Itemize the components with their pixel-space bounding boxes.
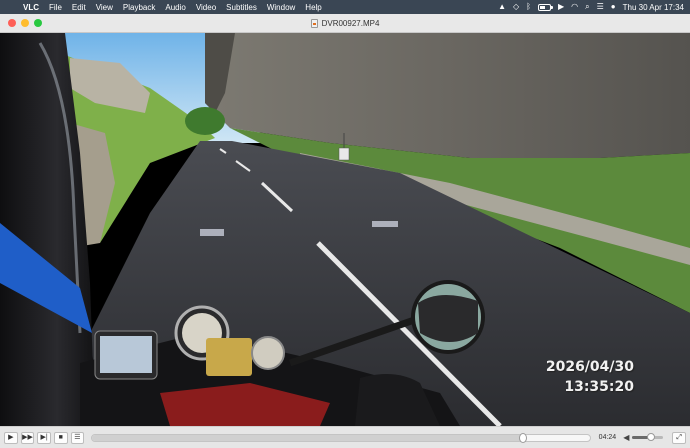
battery-level bbox=[539, 5, 545, 9]
menu-playback[interactable]: Playback bbox=[118, 3, 160, 12]
search-icon[interactable]: ⌕ bbox=[585, 3, 589, 11]
play-icon[interactable]: ▶ bbox=[558, 3, 564, 11]
menu-app-vlc[interactable]: VLC bbox=[18, 3, 44, 12]
siri-icon[interactable]: ● bbox=[611, 3, 616, 11]
menu-file[interactable]: File bbox=[44, 3, 67, 12]
seek-handle[interactable] bbox=[518, 432, 527, 443]
zoom-window-button[interactable] bbox=[34, 19, 42, 27]
control-center-icon[interactable]: ☰ bbox=[597, 3, 604, 11]
volume-icon[interactable]: ◀ bbox=[623, 433, 629, 442]
wifi-icon[interactable]: ◠ bbox=[571, 3, 578, 11]
stop-icon: ■ bbox=[58, 434, 63, 441]
gps-screen bbox=[100, 336, 152, 373]
dropbox-icon[interactable]: ◇ bbox=[513, 3, 519, 11]
fast-forward-icon: ▶▶ bbox=[22, 434, 33, 441]
volume-slider[interactable] bbox=[632, 433, 664, 441]
timestamp-time: 13:35:20 bbox=[564, 379, 634, 395]
menu-view[interactable]: View bbox=[91, 3, 118, 12]
stop-button[interactable]: ■ bbox=[53, 431, 68, 444]
bluetooth-icon[interactable]: ᛒ bbox=[526, 3, 531, 11]
elapsed-time[interactable]: 04:24 bbox=[599, 434, 617, 441]
menu-bar: VLC File Edit View Playback Audio Video … bbox=[0, 0, 690, 14]
timestamp-date: 2026/04/30 bbox=[545, 359, 634, 375]
status-area: ▲ ◇ ᛒ ▶ ◠ ⌕ ☰ ● Thu 30 Apr 17:34 bbox=[498, 3, 690, 12]
menubar-clock[interactable]: Thu 30 Apr 17:34 bbox=[623, 3, 684, 12]
seek-played bbox=[92, 434, 523, 441]
next-button[interactable]: ▶| bbox=[37, 431, 51, 444]
tachometer bbox=[251, 336, 285, 370]
video-timestamp: 2026/04/30 13:35:20 bbox=[546, 357, 634, 397]
mirror-reflection bbox=[418, 294, 478, 342]
window-titlebar[interactable]: DVR00927.MP4 bbox=[0, 14, 690, 33]
menu-video[interactable]: Video bbox=[191, 3, 221, 12]
road-marker bbox=[372, 221, 398, 227]
playlist-icon: ☰ bbox=[74, 434, 81, 441]
menu-window[interactable]: Window bbox=[262, 3, 300, 12]
playback-controls: ▶ ▶▶ ▶| ■ ☰ 04:24 ◀ ⤢ bbox=[0, 426, 690, 448]
seek-bar[interactable] bbox=[91, 432, 591, 443]
playlist-button[interactable]: ☰ bbox=[70, 431, 85, 444]
close-window-button[interactable] bbox=[8, 19, 16, 27]
window-title: DVR00927.MP4 bbox=[321, 18, 380, 28]
play-icon: ▶ bbox=[8, 434, 14, 441]
fast-forward-button[interactable]: ▶▶ bbox=[20, 431, 35, 444]
video-frame[interactable]: 2026/04/30 13:35:20 bbox=[0, 33, 690, 426]
window-controls bbox=[8, 19, 42, 27]
menu-subtitles[interactable]: Subtitles bbox=[221, 3, 262, 12]
video-file-icon bbox=[310, 18, 318, 28]
phone-mount bbox=[206, 338, 252, 376]
volume-handle[interactable] bbox=[646, 433, 655, 441]
tree bbox=[185, 107, 225, 135]
road-sign bbox=[338, 147, 350, 161]
fullscreen-button[interactable]: ⤢ bbox=[672, 431, 687, 444]
road-marker bbox=[200, 229, 224, 236]
skip-forward-icon: ▶| bbox=[40, 434, 48, 441]
battery-icon[interactable] bbox=[537, 3, 553, 11]
play-button[interactable]: ▶ bbox=[4, 431, 18, 444]
minimize-window-button[interactable] bbox=[21, 19, 29, 27]
menu-edit[interactable]: Edit bbox=[67, 3, 91, 12]
menu-help[interactable]: Help bbox=[300, 3, 326, 12]
menu-audio[interactable]: Audio bbox=[160, 3, 190, 12]
fullscreen-icon: ⤢ bbox=[676, 434, 683, 441]
vlc-cone-icon[interactable]: ▲ bbox=[498, 3, 506, 11]
